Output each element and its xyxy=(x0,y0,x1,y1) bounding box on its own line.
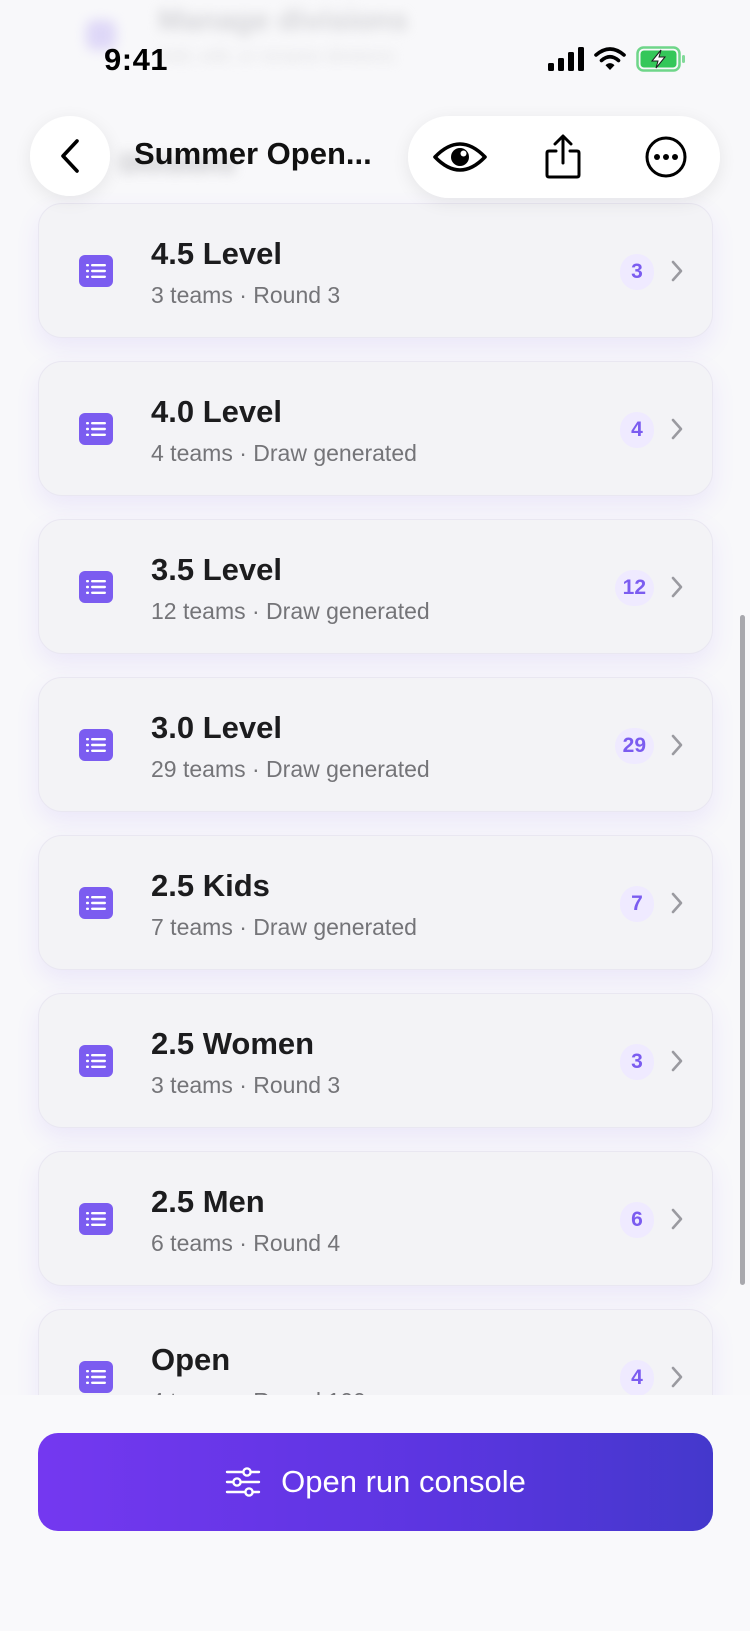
chevron-right-icon xyxy=(671,418,683,440)
division-meta: 3 teams · Round 3 xyxy=(151,282,341,308)
list-icon xyxy=(79,1361,113,1393)
division-row[interactable]: 4.0 Level 4 teams · Draw generated 4 xyxy=(38,361,713,496)
list-icon xyxy=(79,1203,113,1235)
division-row[interactable]: 4.5 Level 3 teams · Round 3 3 xyxy=(38,203,713,338)
list-icon xyxy=(79,571,113,603)
nav-actions-group xyxy=(408,116,720,198)
share-icon xyxy=(545,134,581,179)
chevron-left-icon xyxy=(61,139,79,173)
division-meta: 7 teams · Draw generated xyxy=(151,914,417,940)
chevron-right-icon xyxy=(671,1366,683,1388)
sliders-icon xyxy=(225,1467,261,1497)
division-meta: 4 teams · Draw generated xyxy=(151,440,417,466)
division-row[interactable]: 3.0 Level 29 teams · Draw generated 29 xyxy=(38,677,713,812)
status-bar: 9:41 xyxy=(0,0,750,100)
division-name: 4.5 Level xyxy=(151,236,282,271)
scroll-indicator[interactable] xyxy=(740,615,745,1285)
division-name: 3.5 Level xyxy=(151,552,282,587)
division-meta: 29 teams · Draw generated xyxy=(151,756,430,782)
list-icon xyxy=(79,887,113,919)
list-icon xyxy=(79,729,113,761)
division-name: 2.5 Women xyxy=(151,1026,315,1061)
division-row[interactable]: 2.5 Women 3 teams · Round 3 3 xyxy=(38,993,713,1128)
chevron-right-icon xyxy=(671,892,683,914)
team-count-badge: 4 xyxy=(620,1360,654,1396)
division-row[interactable]: 2.5 Kids 7 teams · Draw generated 7 xyxy=(38,835,713,970)
division-name: 4.0 Level xyxy=(151,394,282,429)
list-icon xyxy=(79,255,113,287)
team-count-badge: 12 xyxy=(614,570,654,606)
battery-charging-icon xyxy=(636,46,685,72)
division-row[interactable]: 2.5 Men 6 teams · Round 4 6 xyxy=(38,1151,713,1286)
chevron-right-icon xyxy=(671,260,683,282)
list-icon xyxy=(79,413,113,445)
nav-title: Summer Open... xyxy=(134,136,372,171)
team-count-badge: 3 xyxy=(620,254,654,290)
open-run-console-label: Open run console xyxy=(281,1464,526,1499)
team-count-badge: 7 xyxy=(620,886,654,922)
more-button[interactable] xyxy=(638,129,694,185)
chevron-right-icon xyxy=(671,1050,683,1072)
chevron-right-icon xyxy=(671,734,683,756)
status-time: 9:41 xyxy=(104,42,169,77)
team-count-badge: 4 xyxy=(620,412,654,448)
chevron-right-icon xyxy=(671,1208,683,1230)
status-icons xyxy=(548,46,686,72)
team-count-badge: 3 xyxy=(620,1044,654,1080)
division-name: 3.0 Level xyxy=(151,710,282,745)
division-meta: 6 teams · Round 4 xyxy=(151,1230,341,1256)
division-name: 2.5 Kids xyxy=(151,868,270,903)
team-count-badge: 29 xyxy=(614,728,654,764)
cellular-signal-icon xyxy=(548,47,584,71)
chevron-right-icon xyxy=(671,576,683,598)
share-button[interactable] xyxy=(535,129,591,185)
back-button[interactable] xyxy=(30,116,110,196)
division-row[interactable]: 3.5 Level 12 teams · Draw generated 12 xyxy=(38,519,713,654)
team-count-badge: 6 xyxy=(620,1202,654,1238)
open-run-console-button[interactable]: Open run console xyxy=(38,1433,713,1531)
division-name: Open xyxy=(151,1342,231,1377)
division-meta: 12 teams · Draw generated xyxy=(151,598,430,624)
ellipsis-circle-icon xyxy=(645,136,687,178)
division-meta: 3 teams · Round 3 xyxy=(151,1072,341,1098)
division-name: 2.5 Men xyxy=(151,1184,265,1219)
list-icon xyxy=(79,1045,113,1077)
wifi-icon xyxy=(594,47,626,70)
eye-icon xyxy=(433,142,487,172)
preview-button[interactable] xyxy=(432,129,488,185)
